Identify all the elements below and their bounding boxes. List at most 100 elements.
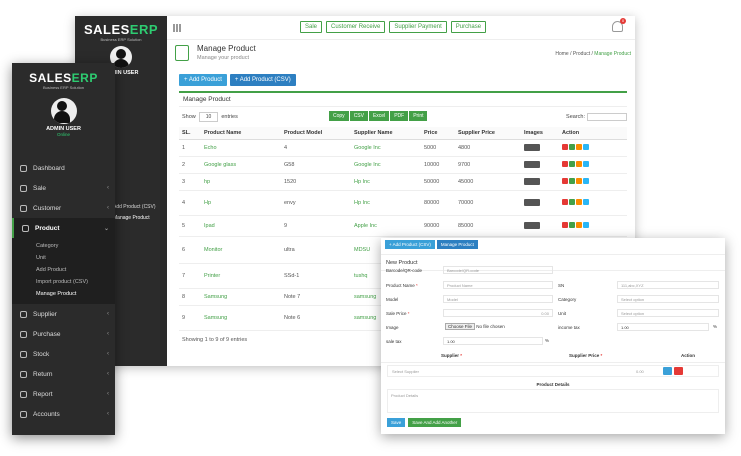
- sidebar-item-purchase[interactable]: Purchase ‹: [12, 324, 115, 344]
- qr-icon[interactable]: [576, 178, 582, 184]
- print-button[interactable]: Print: [409, 111, 428, 121]
- sale-button[interactable]: Sale: [300, 21, 323, 33]
- cell-product-name[interactable]: Google glass: [201, 156, 281, 174]
- col-product-model[interactable]: Product Model: [281, 127, 351, 140]
- sn-input[interactable]: 111,abc,XYZ: [617, 281, 719, 289]
- manage-product-button[interactable]: Manage Product: [436, 240, 478, 249]
- save-and-add-another-button[interactable]: Save And Add Another: [408, 418, 462, 427]
- sidebar-item-manage-product[interactable]: Manage Product: [113, 215, 150, 221]
- select-supplier[interactable]: Select Supplier: [392, 369, 419, 374]
- sidebar-item-sale[interactable]: Sale ‹: [12, 178, 115, 198]
- submenu-import-product-csv[interactable]: Import product (CSV): [12, 276, 115, 288]
- category-select[interactable]: Select option: [617, 295, 719, 303]
- sale-tax-input[interactable]: 1.00: [443, 337, 543, 345]
- cell-product-name[interactable]: Monitor: [201, 236, 281, 264]
- qr-icon[interactable]: [576, 222, 582, 228]
- unit-label: Unit: [558, 311, 567, 316]
- unit-select[interactable]: Select option: [617, 309, 719, 317]
- entries-select[interactable]: 10: [198, 112, 219, 122]
- cell-price: 50000: [421, 173, 455, 191]
- income-tax-input[interactable]: 1.00: [617, 323, 709, 331]
- breadcrumb-section[interactable]: Product: [573, 51, 590, 57]
- delete-icon[interactable]: [562, 178, 568, 184]
- purchase-button[interactable]: Purchase: [450, 21, 487, 33]
- sidebar-item-supplier[interactable]: Supplier ‹: [12, 304, 115, 324]
- qr-icon[interactable]: [576, 161, 582, 167]
- chevron-down-icon: ⌄: [103, 225, 109, 232]
- delete-row-icon[interactable]: [674, 367, 683, 375]
- cell-product-name[interactable]: Printer: [201, 263, 281, 289]
- file-input[interactable]: Choose File No file chosen: [445, 323, 505, 330]
- submenu-unit[interactable]: Unit: [12, 252, 115, 264]
- logo-tagline: Business ERP Solution: [42, 85, 85, 90]
- front-logo: SALESERP Business ERP Solution: [12, 63, 115, 90]
- delete-icon[interactable]: [562, 161, 568, 167]
- col-product-name[interactable]: Product Name: [201, 127, 281, 140]
- product-details-textarea[interactable]: Product Details: [387, 389, 719, 413]
- pdf-button[interactable]: PDF: [390, 111, 409, 121]
- edit-icon[interactable]: [583, 178, 589, 184]
- model-input[interactable]: Model: [443, 295, 553, 303]
- submenu-add-product[interactable]: Add Product: [12, 264, 115, 276]
- cell-product-name[interactable]: Echo: [201, 139, 281, 157]
- qr-icon[interactable]: [576, 199, 582, 205]
- delete-icon[interactable]: [562, 199, 568, 205]
- sidebar-item-customer[interactable]: Customer ‹: [12, 198, 115, 218]
- sidebar-item-return[interactable]: Return ‹: [12, 364, 115, 384]
- add-product-csv-button[interactable]: + Add Product (CSV): [385, 240, 435, 249]
- submenu-manage-product[interactable]: Manage Product: [12, 288, 115, 300]
- choose-file-button[interactable]: Choose File: [445, 323, 476, 330]
- barcode-icon[interactable]: [569, 222, 575, 228]
- cell-product-name[interactable]: hp: [201, 173, 281, 191]
- submenu-category[interactable]: Category: [12, 240, 115, 252]
- delete-icon[interactable]: [562, 222, 568, 228]
- sidebar-item-add-product-csv[interactable]: Add Product (CSV): [113, 204, 156, 210]
- cell-supplier[interactable]: Apple Inc: [351, 215, 421, 237]
- save-button[interactable]: Save: [387, 418, 406, 427]
- sidebar-item-dashboard[interactable]: Dashboard: [12, 158, 115, 178]
- col-sl[interactable]: SL.: [179, 127, 201, 140]
- add-product-button[interactable]: + Add Product: [179, 74, 227, 86]
- copy-button[interactable]: Copy: [329, 111, 349, 121]
- edit-icon[interactable]: [583, 199, 589, 205]
- cell-product-name[interactable]: Hp: [201, 190, 281, 216]
- sidebar-item-report[interactable]: Report ‹: [12, 384, 115, 404]
- breadcrumb-home[interactable]: Home: [555, 51, 568, 57]
- barcode-icon[interactable]: [569, 161, 575, 167]
- edit-icon[interactable]: [583, 161, 589, 167]
- cell-supplier[interactable]: Hp Inc: [351, 173, 421, 191]
- cell-supplier[interactable]: Hp Inc: [351, 190, 421, 216]
- add-row-icon[interactable]: [663, 367, 672, 375]
- qr-icon[interactable]: [576, 144, 582, 150]
- col-supplier-price[interactable]: Supplier Price: [455, 127, 521, 140]
- sidebar-item-stock[interactable]: Stock ‹: [12, 344, 115, 364]
- barcode-icon[interactable]: [569, 144, 575, 150]
- chevron-left-icon: ‹: [107, 411, 109, 417]
- csv-button[interactable]: CSV: [349, 111, 368, 121]
- col-price[interactable]: Price: [421, 127, 455, 140]
- cell-supplier[interactable]: Google Inc: [351, 156, 421, 174]
- barcode-input[interactable]: Barcode/QR-code: [443, 266, 553, 274]
- supplier-price-input[interactable]: 0.00: [636, 369, 644, 374]
- edit-icon[interactable]: [583, 222, 589, 228]
- cell-product-name[interactable]: Samsung: [201, 288, 281, 306]
- col-supplier-name[interactable]: Supplier Name: [351, 127, 421, 140]
- excel-button[interactable]: Excel: [368, 111, 390, 121]
- delete-icon[interactable]: [562, 144, 568, 150]
- customer-receive-button[interactable]: Customer Receive: [326, 21, 386, 33]
- sale-price-input[interactable]: 0.00: [443, 309, 553, 317]
- search: Search:: [566, 113, 627, 121]
- sidebar-item-accounts[interactable]: Accounts ‹: [12, 404, 115, 424]
- barcode-icon[interactable]: [569, 178, 575, 184]
- add-product-csv-button[interactable]: + Add Product (CSV): [229, 74, 296, 86]
- cell-product-name[interactable]: Ipad: [201, 215, 281, 237]
- menu-grid-icon[interactable]: [173, 23, 181, 32]
- cell-supplier[interactable]: Google Inc: [351, 139, 421, 157]
- edit-icon[interactable]: [583, 144, 589, 150]
- sidebar-item-product[interactable]: Product ⌄: [12, 218, 115, 238]
- barcode-icon[interactable]: [569, 199, 575, 205]
- search-input[interactable]: [587, 113, 627, 121]
- supplier-payment-button[interactable]: Supplier Payment: [389, 21, 447, 33]
- cell-product-name[interactable]: Samsung: [201, 305, 281, 331]
- product-name-input[interactable]: Product Name: [443, 281, 553, 289]
